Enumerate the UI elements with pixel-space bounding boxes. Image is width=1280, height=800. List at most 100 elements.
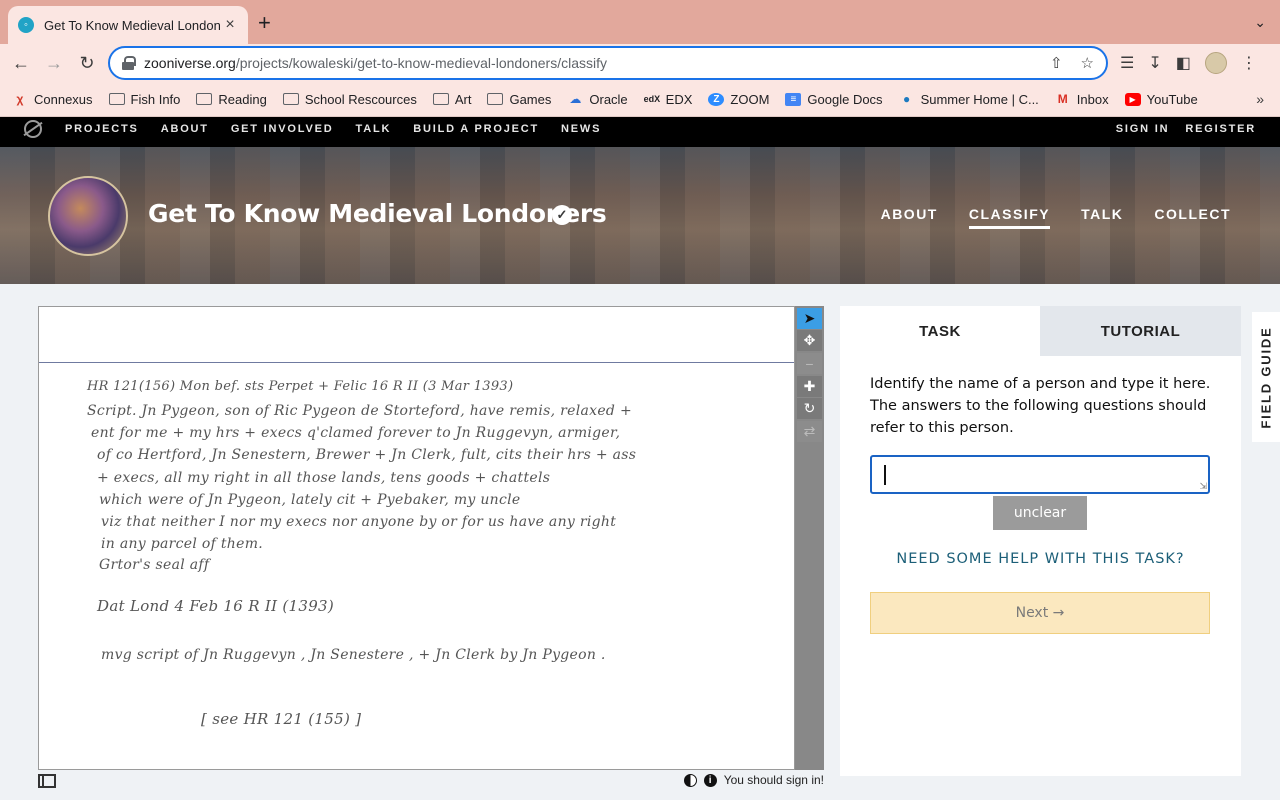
gmail-icon: M [1057, 91, 1068, 106]
field-guide-label: FIELD GUIDE [1258, 325, 1274, 429]
bookmark-school-rescources[interactable]: School Rescources [282, 92, 417, 107]
handwritten-line: Script. Jn Pygeon, son of Ric Pygeon de … [87, 403, 632, 419]
bookmark-google-docs[interactable]: ≡ Google Docs [785, 92, 883, 107]
bookmark-zoom[interactable]: Z ZOOM [708, 92, 769, 107]
help-link[interactable]: NEED SOME HELP WITH THIS TASK? [840, 551, 1241, 567]
bookmark-fish-info[interactable]: Fish Info [108, 92, 180, 107]
nav-about[interactable]: ABOUT [161, 123, 209, 135]
docs-icon: ≡ [785, 92, 802, 106]
tab-search-chevron-icon[interactable]: ⌄ [1254, 14, 1266, 31]
field-guide-tab[interactable]: FIELD GUIDE [1252, 312, 1280, 442]
reload-icon[interactable]: ↻ [76, 52, 98, 74]
bookmark-art[interactable]: Art [432, 92, 471, 107]
register-link[interactable]: REGISTER [1185, 123, 1256, 135]
close-tab-icon[interactable]: × [222, 16, 238, 34]
share-icon[interactable]: ⇧ [1050, 54, 1063, 72]
handwritten-line: Dat Lond 4 Feb 16 R II (1393) [97, 597, 335, 615]
bookmark-youtube[interactable]: ▶ YouTube [1124, 92, 1198, 107]
viewer-toolbar: ➤ ✥ − ✚ ↻ ⇄ [795, 306, 824, 770]
side-panel-icon[interactable]: ◧ [1176, 53, 1191, 73]
forward-icon[interactable]: → [43, 52, 65, 74]
browser-tab[interactable]: ◦ Get To Know Medieval Londoners × [8, 6, 248, 44]
handwritten-line: [ see HR 121 (155) ] [201, 710, 362, 728]
nav-news[interactable]: NEWS [561, 123, 601, 135]
media-controls-icon[interactable]: ☰ [1120, 53, 1134, 73]
handwritten-line: mvg script of Jn Ruggevyn , Jn Senestere… [101, 647, 606, 663]
folder-icon [487, 93, 504, 105]
zoom-in-icon[interactable]: ✚ [797, 376, 822, 397]
tab-talk[interactable]: TALK [1081, 206, 1123, 229]
kebab-menu-icon[interactable]: ⋮ [1241, 53, 1257, 73]
star-icon[interactable]: ☆ [1081, 54, 1094, 72]
folder-icon [108, 93, 125, 105]
bookmark-edx[interactable]: edX EDX [644, 92, 693, 107]
tab-task[interactable]: TASK [840, 306, 1040, 356]
tab-tutorial[interactable]: TUTORIAL [1040, 306, 1241, 356]
nav-talk[interactable]: TALK [356, 123, 392, 135]
cloud-icon: ☁ [569, 91, 582, 106]
address-bar[interactable]: zooniverse.org/projects/kowaleski/get-to… [108, 46, 1108, 80]
bookmark-games[interactable]: Games [487, 92, 551, 107]
zooniverse-nav: PROJECTS ABOUT GET INVOLVED TALK BUILD A… [0, 117, 1280, 147]
zoom-out-icon[interactable]: − [797, 353, 822, 374]
tab-classify[interactable]: CLASSIFY [968, 206, 1051, 229]
sign-in-notice[interactable]: You should sign in! [724, 773, 824, 787]
tab-about[interactable]: ABOUT [881, 206, 938, 229]
bookmark-oracle[interactable]: ☁ Oracle [567, 92, 627, 107]
pan-tool-icon[interactable]: ✥ [797, 330, 822, 351]
connexus-icon: χ [16, 91, 24, 106]
info-icon[interactable]: i [703, 773, 717, 787]
project-header: Get To Know Medieval Londoners ✓ ABOUT C… [0, 147, 1280, 284]
handwritten-line: in any parcel of them. [101, 536, 264, 552]
more-bookmarks-icon[interactable]: » [1256, 91, 1264, 107]
bookmark-inbox[interactable]: M Inbox [1055, 92, 1109, 107]
handwritten-line: + execs, all my right in all those lands… [97, 470, 551, 486]
subject-rule-line [39, 362, 794, 363]
url-text: zooniverse.org/projects/kowaleski/get-to… [144, 55, 607, 71]
folder-icon [432, 93, 449, 105]
handwritten-line: of co Hertford, Jn Senestern, Brewer + J… [97, 447, 637, 463]
zooniverse-logo-icon[interactable] [24, 120, 42, 138]
sign-in-link[interactable]: SIGN IN [1116, 123, 1170, 135]
rotate-icon[interactable]: ↻ [797, 398, 822, 419]
film-strip-icon[interactable] [38, 774, 56, 788]
youtube-icon: ▶ [1124, 92, 1141, 106]
nav-projects[interactable]: PROJECTS [65, 123, 139, 135]
profile-avatar[interactable] [1204, 52, 1227, 74]
bookmark-summer-home[interactable]: ● Summer Home | C... [899, 92, 1039, 107]
verified-check-icon: ✓ [552, 205, 572, 225]
bookmarks-bar: χ Connexus Fish Info Reading School Resco… [0, 82, 1280, 117]
handwritten-line: which were of Jn Pygeon, lately cit + Py… [99, 492, 521, 508]
folder-icon [196, 93, 213, 105]
tab-collect[interactable]: COLLECT [1154, 206, 1231, 229]
task-panel: TASK TUTORIAL Identify the name of a per… [840, 306, 1241, 776]
resize-handle-icon[interactable]: ⇲ [1199, 482, 1207, 491]
project-avatar[interactable] [48, 176, 128, 256]
unclear-button[interactable]: unclear [993, 496, 1087, 530]
text-caret [884, 465, 886, 485]
lock-icon [122, 56, 136, 70]
browser-tab-bar: ◦ Get To Know Medieval Londoners × + ⌄ [0, 0, 1280, 44]
zooniverse-favicon-icon: ◦ [18, 17, 34, 33]
person-name-input[interactable]: ⇲ [870, 455, 1210, 494]
nav-get-involved[interactable]: GET INVOLVED [231, 123, 334, 135]
handwritten-line: Grtor's seal aff [99, 557, 210, 573]
bookmark-connexus[interactable]: χ Connexus [12, 92, 93, 107]
nav-build-a-project[interactable]: BUILD A PROJECT [413, 123, 539, 135]
handwritten-line: viz that neither I nor my execs nor anyo… [101, 514, 617, 530]
folder-icon [282, 93, 299, 105]
invert-colors-icon[interactable] [683, 773, 697, 787]
reset-view-icon[interactable]: ⇄ [797, 421, 822, 442]
handwritten-line: ent for me + my hrs + execs q'clamed for… [91, 425, 621, 441]
next-button[interactable]: Next → [870, 592, 1210, 634]
subject-image[interactable]: HR 121(156) Mon bef. sts Perpet + Felic … [38, 306, 795, 770]
viewer-footer: i You should sign in! [38, 773, 824, 791]
summer-icon: ● [902, 91, 911, 106]
pointer-tool-icon[interactable]: ➤ [797, 308, 822, 329]
new-tab-icon[interactable]: + [258, 12, 271, 34]
download-icon[interactable]: ↧ [1148, 53, 1161, 73]
project-title[interactable]: Get To Know Medieval Londoners [148, 199, 607, 228]
back-icon[interactable]: ← [10, 52, 32, 74]
edx-icon: edX [643, 93, 661, 104]
bookmark-reading[interactable]: Reading [196, 92, 267, 107]
